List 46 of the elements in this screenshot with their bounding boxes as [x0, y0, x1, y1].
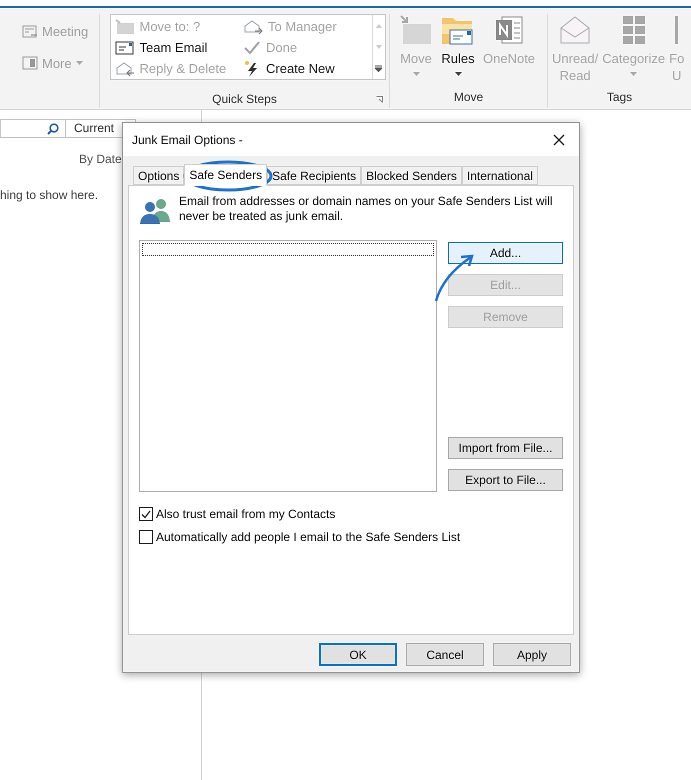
envelope-arrow-icon [243, 18, 263, 34]
dialog-button[interactable]: Export to File... [448, 469, 563, 491]
caret-icon [630, 72, 638, 76]
tab[interactable]: International [462, 166, 538, 185]
info-text: Email from addresses or domain names on your Safe Senders List will never be treated as junk email. [179, 194, 554, 224]
document-icon [22, 56, 38, 70]
dialog-button[interactable]: Apply [493, 643, 571, 666]
checkmark-icon [141, 510, 151, 518]
search-field[interactable] [0, 119, 66, 138]
caret-icon [76, 61, 83, 66]
calendar-icon [22, 24, 38, 39]
checkbox[interactable] [139, 530, 153, 544]
tab[interactable]: Options [133, 166, 184, 185]
caret-icon [412, 72, 420, 76]
close-icon [553, 134, 565, 146]
checkbox-label: Automatically add people I email to the Safe Senders List [156, 529, 460, 546]
tab[interactable]: Safe Recipients [267, 166, 362, 185]
up-arrow-icon [376, 24, 382, 28]
group-label: Move [454, 89, 484, 106]
quick-step-item[interactable]: Team Email [114, 37, 243, 58]
dialog-launcher-icon[interactable] [376, 96, 383, 102]
dialog-button[interactable]: Import from File... [448, 437, 563, 459]
tab[interactable]: Blocked Senders [361, 166, 462, 185]
more-icon [375, 64, 382, 72]
tab[interactable]: Safe Senders [184, 164, 268, 186]
search-icon [47, 122, 59, 134]
down-arrow-icon [376, 44, 382, 49]
people-icon [139, 196, 171, 224]
open-envelope-icon [558, 14, 592, 46]
dialog-button[interactable]: OK [319, 643, 397, 666]
group-label: Tags [606, 89, 632, 106]
checkmark-icon [243, 40, 261, 56]
caret-icon [454, 72, 462, 76]
envelope-icon [114, 40, 134, 54]
dialog-button[interactable]: Cancel [406, 643, 484, 666]
envelope-arrow-icon [114, 60, 134, 76]
folder-icon [114, 18, 134, 34]
ribbon-button[interactable]: Rules [438, 14, 478, 76]
sort-label[interactable]: By Date [79, 150, 122, 168]
group-label: Quick Steps [212, 91, 277, 108]
checkbox[interactable] [139, 507, 153, 521]
checkbox-label: Also trust email from my Contacts [156, 506, 336, 523]
folder-icon [399, 14, 433, 46]
empty-message: hing to show here. [0, 188, 98, 202]
dialog-button[interactable]: Add... [448, 242, 563, 264]
quick-step-item[interactable]: Create New [243, 58, 372, 79]
